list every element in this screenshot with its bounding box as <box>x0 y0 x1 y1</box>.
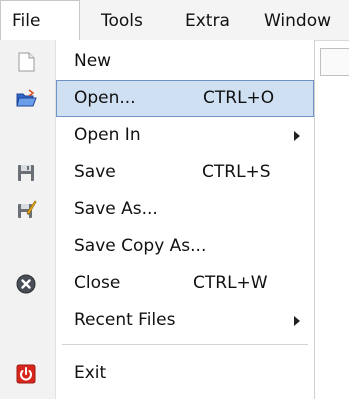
menu-item-save[interactable]: Save CTRL+S <box>0 154 315 191</box>
menu-item-label: Open... <box>74 88 136 108</box>
menu-separator <box>62 344 308 345</box>
menu-item-open-in[interactable]: Open In <box>0 117 315 154</box>
new-file-icon <box>15 51 37 73</box>
menu-item-label: Open In <box>74 125 141 145</box>
menu-item-recent-files[interactable]: Recent Files <box>0 302 315 339</box>
menubar-file-label: File <box>12 11 41 31</box>
power-icon <box>15 363 37 385</box>
menu-item-exit[interactable]: Exit <box>0 355 315 392</box>
menu-item-shortcut: CTRL+O <box>203 88 275 108</box>
menu-item-save-copy-as[interactable]: Save Copy As... <box>0 228 315 265</box>
menubar-tools[interactable]: Tools <box>101 11 143 31</box>
menu-item-save-as[interactable]: Save As... <box>0 191 315 228</box>
menu-item-new[interactable]: New <box>0 43 315 80</box>
close-circle-icon <box>15 273 37 295</box>
menu-item-open[interactable]: Open... CTRL+O <box>56 80 314 117</box>
menu-item-label: Save As... <box>74 199 158 219</box>
menubar-window[interactable]: Window <box>264 11 331 31</box>
menubar-file[interactable]: File <box>0 0 80 40</box>
submenu-arrow-icon <box>294 131 300 141</box>
menu-item-label: Save Copy As... <box>74 236 207 256</box>
file-menu: New Open... CTRL+O Open In Save CTRL+S S… <box>0 40 315 399</box>
menu-bar: File Tools Extra Window <box>0 0 349 41</box>
menu-item-label: Save <box>74 162 116 182</box>
menu-item-label: Exit <box>74 363 107 383</box>
menu-item-label: Recent Files <box>74 310 176 330</box>
open-folder-icon <box>15 88 37 110</box>
menubar-extra[interactable]: Extra <box>185 11 230 31</box>
background-window <box>315 40 349 399</box>
menu-item-label: Close <box>74 273 121 293</box>
menu-item-label: New <box>74 51 112 71</box>
menu-item-shortcut: CTRL+S <box>202 162 271 182</box>
floppy-disk-icon <box>15 162 37 184</box>
menu-item-close[interactable]: Close CTRL+W <box>0 265 315 302</box>
save-as-icon <box>15 199 37 221</box>
submenu-arrow-icon <box>294 316 300 326</box>
background-toolbar-fragment <box>320 48 349 76</box>
menu-item-shortcut: CTRL+W <box>193 273 268 293</box>
